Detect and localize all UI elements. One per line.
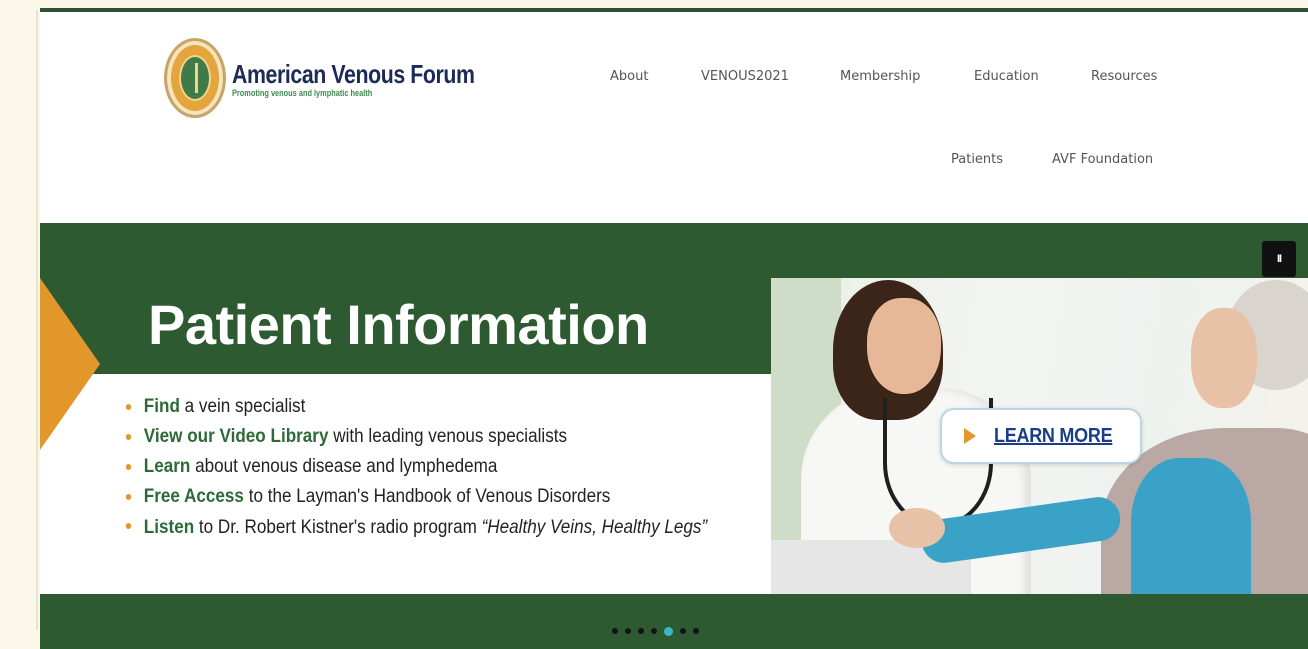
list-item: Find a vein specialist xyxy=(124,392,764,422)
carousel-dot[interactable] xyxy=(693,628,699,634)
caduceus-seal-icon xyxy=(164,38,226,118)
nav-about[interactable]: About xyxy=(610,69,648,84)
page-edge-rule xyxy=(36,10,38,630)
list-item: Listen to Dr. Robert Kistner's radio pro… xyxy=(124,512,718,540)
learn-more-button[interactable]: LEARN MORE xyxy=(940,408,1142,464)
site-logo[interactable]: American Venous Forum Promoting venous a… xyxy=(164,38,528,118)
carousel-dot-active[interactable] xyxy=(664,626,673,636)
carousel-dots xyxy=(612,626,699,636)
play-arrow-icon xyxy=(964,428,976,444)
nav-avf-foundation[interactable]: AVF Foundation xyxy=(1052,152,1153,167)
list-item: Learn about venous disease and lymphedem… xyxy=(124,452,764,482)
slide-title: Patient Information xyxy=(148,293,649,356)
slide-text-panel: Patient Information Find a vein speciali… xyxy=(40,278,771,594)
learn-more-label: LEARN MORE xyxy=(994,424,1113,447)
logo-title: American Venous Forum xyxy=(232,58,475,89)
carousel-dot[interactable] xyxy=(625,628,631,634)
nav-resources[interactable]: Resources xyxy=(1091,69,1157,84)
carousel-slide[interactable]: Patient Information Find a vein speciali… xyxy=(40,278,1308,594)
nav-membership[interactable]: Membership xyxy=(840,69,920,84)
orange-arrow-icon xyxy=(40,278,100,450)
nav-education[interactable]: Education xyxy=(974,69,1039,84)
carousel-dot[interactable] xyxy=(651,628,657,634)
list-item: Free Access to the Layman's Handbook of … xyxy=(124,482,764,512)
logo-tagline: Promoting venous and lymphatic health xyxy=(232,87,373,98)
doctor-patient-photo: LEARN MORE xyxy=(771,278,1308,594)
hero-carousel: II Patient Information Find a vein speci… xyxy=(40,223,1308,649)
top-rule xyxy=(40,8,1308,12)
list-item: View our Video Library with leading veno… xyxy=(124,422,764,452)
carousel-dot[interactable] xyxy=(638,628,644,634)
pause-button[interactable]: II xyxy=(1262,241,1296,277)
slide-bullet-list: Find a vein specialist View our Video Li… xyxy=(124,392,764,540)
carousel-dot[interactable] xyxy=(680,628,686,634)
page-frame: American Venous Forum Promoting venous a… xyxy=(40,8,1308,649)
nav-venous2021[interactable]: VENOUS2021 xyxy=(701,69,789,84)
nav-patients[interactable]: Patients xyxy=(951,152,1003,167)
carousel-dot[interactable] xyxy=(612,628,618,634)
